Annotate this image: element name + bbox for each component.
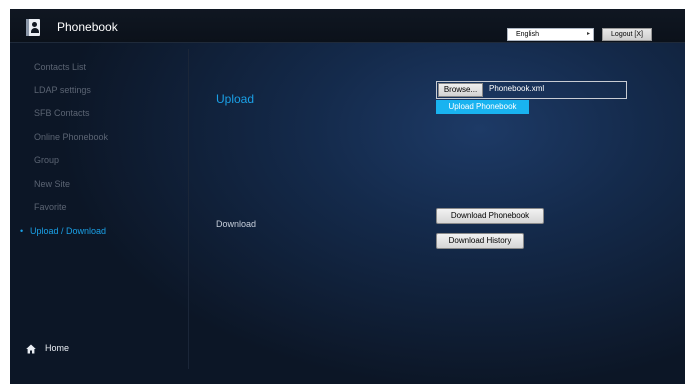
phonebook-icon <box>26 19 40 36</box>
dropdown-caret-icon: ▸ <box>586 31 590 37</box>
top-bar: Phonebook English ▸ Logout [X] <box>10 9 685 43</box>
active-bullet-icon: • <box>20 226 24 236</box>
language-select[interactable]: English ▸ <box>507 28 594 41</box>
file-input[interactable]: Browse... Phonebook.xml <box>436 81 627 99</box>
app-window: Phonebook English ▸ Logout [X] Contacts … <box>10 9 685 384</box>
language-selected: English <box>516 31 539 38</box>
sidebar-divider <box>188 49 189 369</box>
app-title: Phonebook <box>57 20 118 34</box>
upload-phonebook-button[interactable]: Upload Phonebook <box>436 100 529 114</box>
selected-file-name: Phonebook.xml <box>489 84 545 93</box>
upload-section-label: Upload <box>216 92 255 106</box>
sidebar-item-group[interactable]: Group <box>34 155 59 165</box>
home-icon <box>26 344 36 354</box>
download-section-label: Download <box>216 219 257 229</box>
home-label: Home <box>45 343 70 353</box>
sidebar-item-sfb-contacts[interactable]: SFB Contacts <box>34 108 90 118</box>
browse-button[interactable]: Browse... <box>438 83 483 97</box>
sidebar-item-contacts-list[interactable]: Contacts List <box>34 62 86 72</box>
sidebar: Contacts List LDAP settings SFB Contacts… <box>10 43 189 384</box>
sidebar-item-upload-download[interactable]: • Upload / Download <box>20 226 106 236</box>
download-phonebook-button[interactable]: Download Phonebook <box>436 208 544 224</box>
sidebar-item-new-site[interactable]: New Site <box>34 179 70 189</box>
sidebar-item-online-phonebook[interactable]: Online Phonebook <box>34 132 108 142</box>
logout-button[interactable]: Logout [X] <box>602 28 652 41</box>
sidebar-item-favorite[interactable]: Favorite <box>34 202 67 212</box>
sidebar-item-ldap-settings[interactable]: LDAP settings <box>34 85 91 95</box>
sidebar-item-label: Upload / Download <box>30 226 107 236</box>
download-history-button[interactable]: Download History <box>436 233 524 249</box>
